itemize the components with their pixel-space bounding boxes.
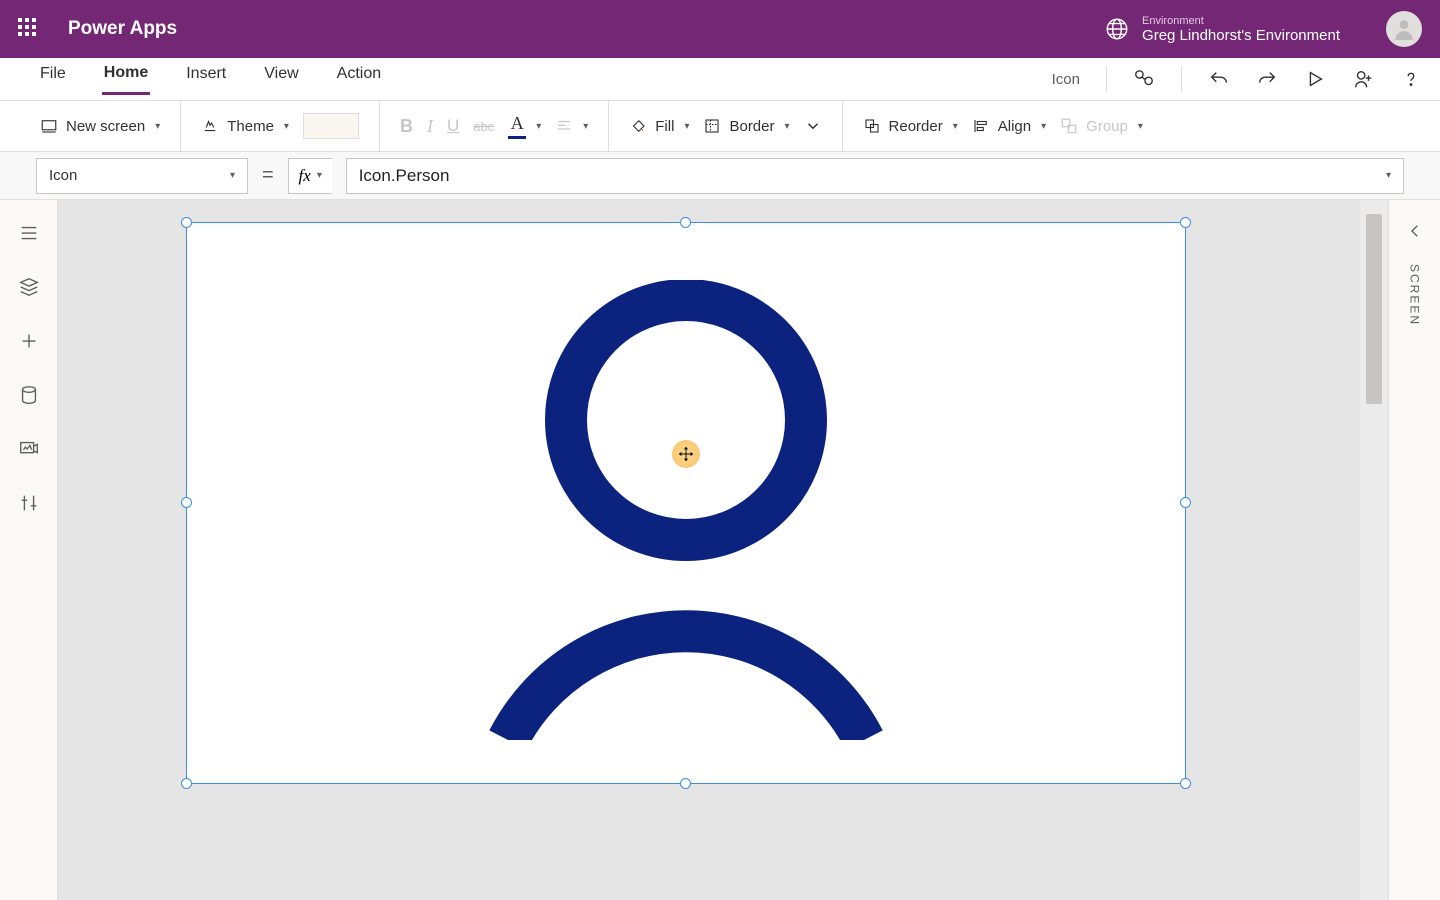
chevron-left-icon[interactable]: [1406, 222, 1424, 240]
text-align-button[interactable]: ▾: [555, 117, 588, 135]
app-checker-icon[interactable]: [1133, 68, 1155, 90]
tree-view-icon[interactable]: [18, 276, 40, 298]
hamburger-icon[interactable]: [18, 222, 40, 244]
app-launcher-icon[interactable]: [18, 18, 40, 40]
strikethrough-button[interactable]: abc: [473, 119, 494, 134]
formula-input[interactable]: Icon.Person ▾: [346, 158, 1404, 194]
divider: [1106, 66, 1107, 92]
app-name: Power Apps: [68, 18, 177, 40]
font-color-button[interactable]: A ▾: [508, 113, 541, 139]
underline-button[interactable]: U: [447, 116, 459, 136]
property-select[interactable]: Icon ▾: [36, 158, 248, 194]
vertical-scrollbar[interactable]: [1366, 214, 1382, 404]
new-screen-button[interactable]: New screen▾: [40, 117, 160, 135]
redo-icon[interactable]: [1256, 68, 1278, 90]
fx-dropdown[interactable]: fx▾: [288, 158, 332, 194]
formula-bar: Icon ▾ = fx▾ Icon.Person ▾: [0, 152, 1440, 200]
align-button[interactable]: Align▾: [972, 117, 1046, 135]
data-icon[interactable]: [18, 384, 40, 406]
properties-panel-collapsed[interactable]: SCREEN: [1388, 200, 1440, 900]
menu-view[interactable]: View: [262, 65, 300, 93]
panel-label: SCREEN: [1408, 264, 1422, 326]
selected-object-label: Icon: [1052, 71, 1080, 88]
globe-icon: [1104, 16, 1130, 42]
reorder-button[interactable]: Reorder▾: [863, 117, 958, 135]
environment-display[interactable]: Environment Greg Lindhorst's Environment: [1142, 15, 1340, 44]
help-icon[interactable]: [1400, 68, 1422, 90]
divider: [1181, 66, 1182, 92]
environment-value: Greg Lindhorst's Environment: [1142, 27, 1340, 44]
environment-label: Environment: [1142, 15, 1340, 27]
group-button[interactable]: Group▾: [1060, 117, 1143, 135]
move-cursor-icon: [672, 440, 700, 468]
left-rail: [0, 200, 58, 900]
equals-sign: =: [262, 164, 274, 187]
fill-button[interactable]: Fill▾: [629, 117, 689, 135]
undo-icon[interactable]: [1208, 68, 1230, 90]
insert-icon[interactable]: [18, 330, 40, 352]
menu-file[interactable]: File: [38, 65, 68, 93]
screen-canvas[interactable]: [186, 222, 1186, 784]
canvas-area[interactable]: [58, 200, 1388, 900]
person-icon[interactable]: [486, 280, 886, 740]
italic-button[interactable]: I: [427, 116, 433, 137]
more-formatting-button[interactable]: [804, 117, 822, 135]
menu-action[interactable]: Action: [335, 65, 383, 93]
border-button[interactable]: Border▾: [703, 117, 789, 135]
media-icon[interactable]: [18, 438, 40, 460]
work-area: SCREEN: [0, 200, 1440, 900]
play-icon[interactable]: [1304, 68, 1326, 90]
advanced-tools-icon[interactable]: [18, 492, 40, 514]
ribbon-toolbar: New screen▾ Theme▾ B I U abc A ▾ ▾ Fill▾: [0, 101, 1440, 152]
theme-button[interactable]: Theme▾: [201, 117, 289, 135]
menu-bar: File Home Insert View Action Icon: [0, 58, 1440, 101]
menu-insert[interactable]: Insert: [184, 65, 228, 93]
background-color-swatch[interactable]: [303, 113, 359, 139]
bold-button[interactable]: B: [400, 116, 413, 137]
user-avatar[interactable]: [1386, 11, 1422, 47]
title-bar: Power Apps Environment Greg Lindhorst's …: [0, 0, 1440, 58]
menu-home[interactable]: Home: [102, 64, 150, 95]
share-icon[interactable]: [1352, 68, 1374, 90]
